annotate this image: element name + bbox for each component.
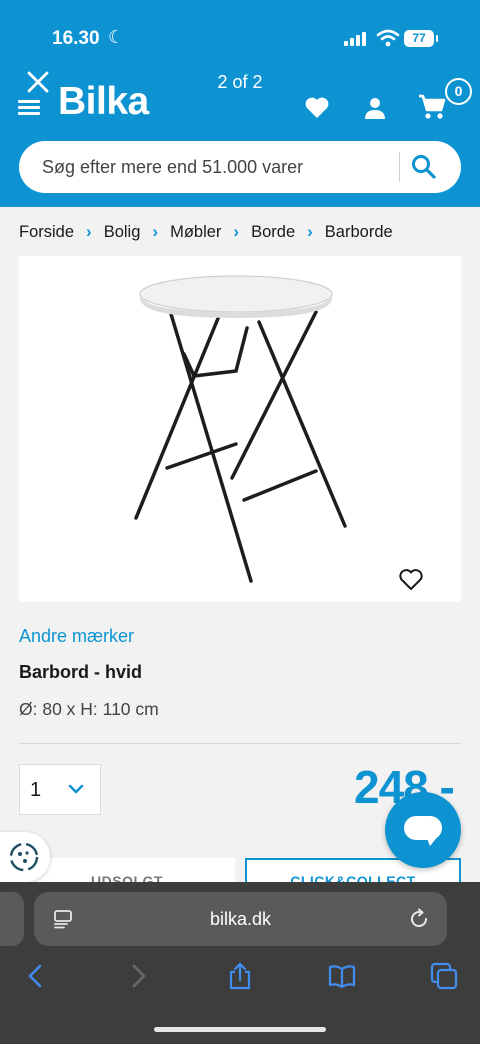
breadcrumb-item[interactable]: Bolig: [104, 223, 141, 242]
url-bar[interactable]: bilka.dk: [34, 892, 447, 946]
product-dimensions: Ø: 80 x H: 110 cm: [19, 699, 159, 719]
reload-icon[interactable]: [408, 908, 430, 930]
search-bar[interactable]: Søg efter mere end 51.000 varer: [19, 141, 461, 193]
breadcrumb: Forside › Bolig › Møbler › Borde › Barbo…: [19, 222, 393, 242]
moon-icon: ☾: [108, 27, 125, 47]
chat-icon: [404, 816, 442, 846]
chat-button[interactable]: [385, 792, 461, 868]
bilka-logo[interactable]: Bilka: [58, 80, 149, 124]
search-divider: [399, 152, 400, 182]
browser-toolbar: bilka.dk: [0, 882, 480, 1044]
divider: [19, 743, 461, 744]
chevron-right-icon: ›: [233, 222, 240, 241]
quantity-value: 1: [30, 779, 42, 801]
quantity-select[interactable]: 1: [19, 764, 101, 815]
heart-icon[interactable]: [304, 96, 330, 120]
cart-count-badge[interactable]: 0: [445, 78, 472, 105]
cookie-icon: [9, 842, 39, 872]
chevron-right-icon: ›: [152, 222, 159, 241]
status-time: 16.30: [52, 28, 100, 49]
breadcrumb-item[interactable]: Borde: [251, 223, 295, 242]
wifi-icon: [376, 29, 400, 47]
menu-icon[interactable]: [18, 98, 40, 116]
bookmarks-icon[interactable]: [328, 962, 356, 990]
chevron-right-icon: ›: [86, 222, 92, 241]
chevron-down-icon: [68, 784, 84, 794]
back-icon[interactable]: [22, 962, 50, 990]
product-image[interactable]: [19, 256, 461, 602]
cart-icon[interactable]: [418, 94, 446, 120]
product-title: Barbord - hvid: [19, 662, 143, 682]
header: 16.30 ☾ 77 Bilka 2 of 2 0 Søg efter mere…: [0, 0, 480, 207]
url-text[interactable]: bilka.dk: [34, 909, 447, 930]
close-icon[interactable]: [26, 70, 50, 94]
user-icon[interactable]: [363, 96, 387, 120]
brand-link[interactable]: Andre mærker: [19, 626, 134, 647]
heart-outline-icon[interactable]: [398, 568, 424, 592]
breadcrumb-item[interactable]: Barborde: [325, 223, 393, 242]
search-input[interactable]: Søg efter mere end 51.000 varer: [42, 157, 303, 178]
signal-icon: [344, 32, 370, 46]
home-indicator: [154, 1027, 326, 1032]
battery-icon: 77: [404, 30, 438, 47]
breadcrumb-item[interactable]: Forside: [19, 223, 74, 242]
previous-tab-peek[interactable]: [0, 892, 24, 946]
cookie-settings-button[interactable]: [0, 832, 50, 882]
page-count: 2 of 2: [217, 72, 263, 92]
search-icon[interactable]: [411, 154, 437, 180]
forward-icon[interactable]: [124, 962, 152, 990]
chevron-right-icon: ›: [307, 222, 313, 241]
tabs-icon[interactable]: [430, 962, 458, 990]
bar-table-illustration: [134, 275, 347, 583]
share-icon[interactable]: [226, 962, 254, 990]
breadcrumb-item[interactable]: Møbler: [170, 223, 221, 242]
